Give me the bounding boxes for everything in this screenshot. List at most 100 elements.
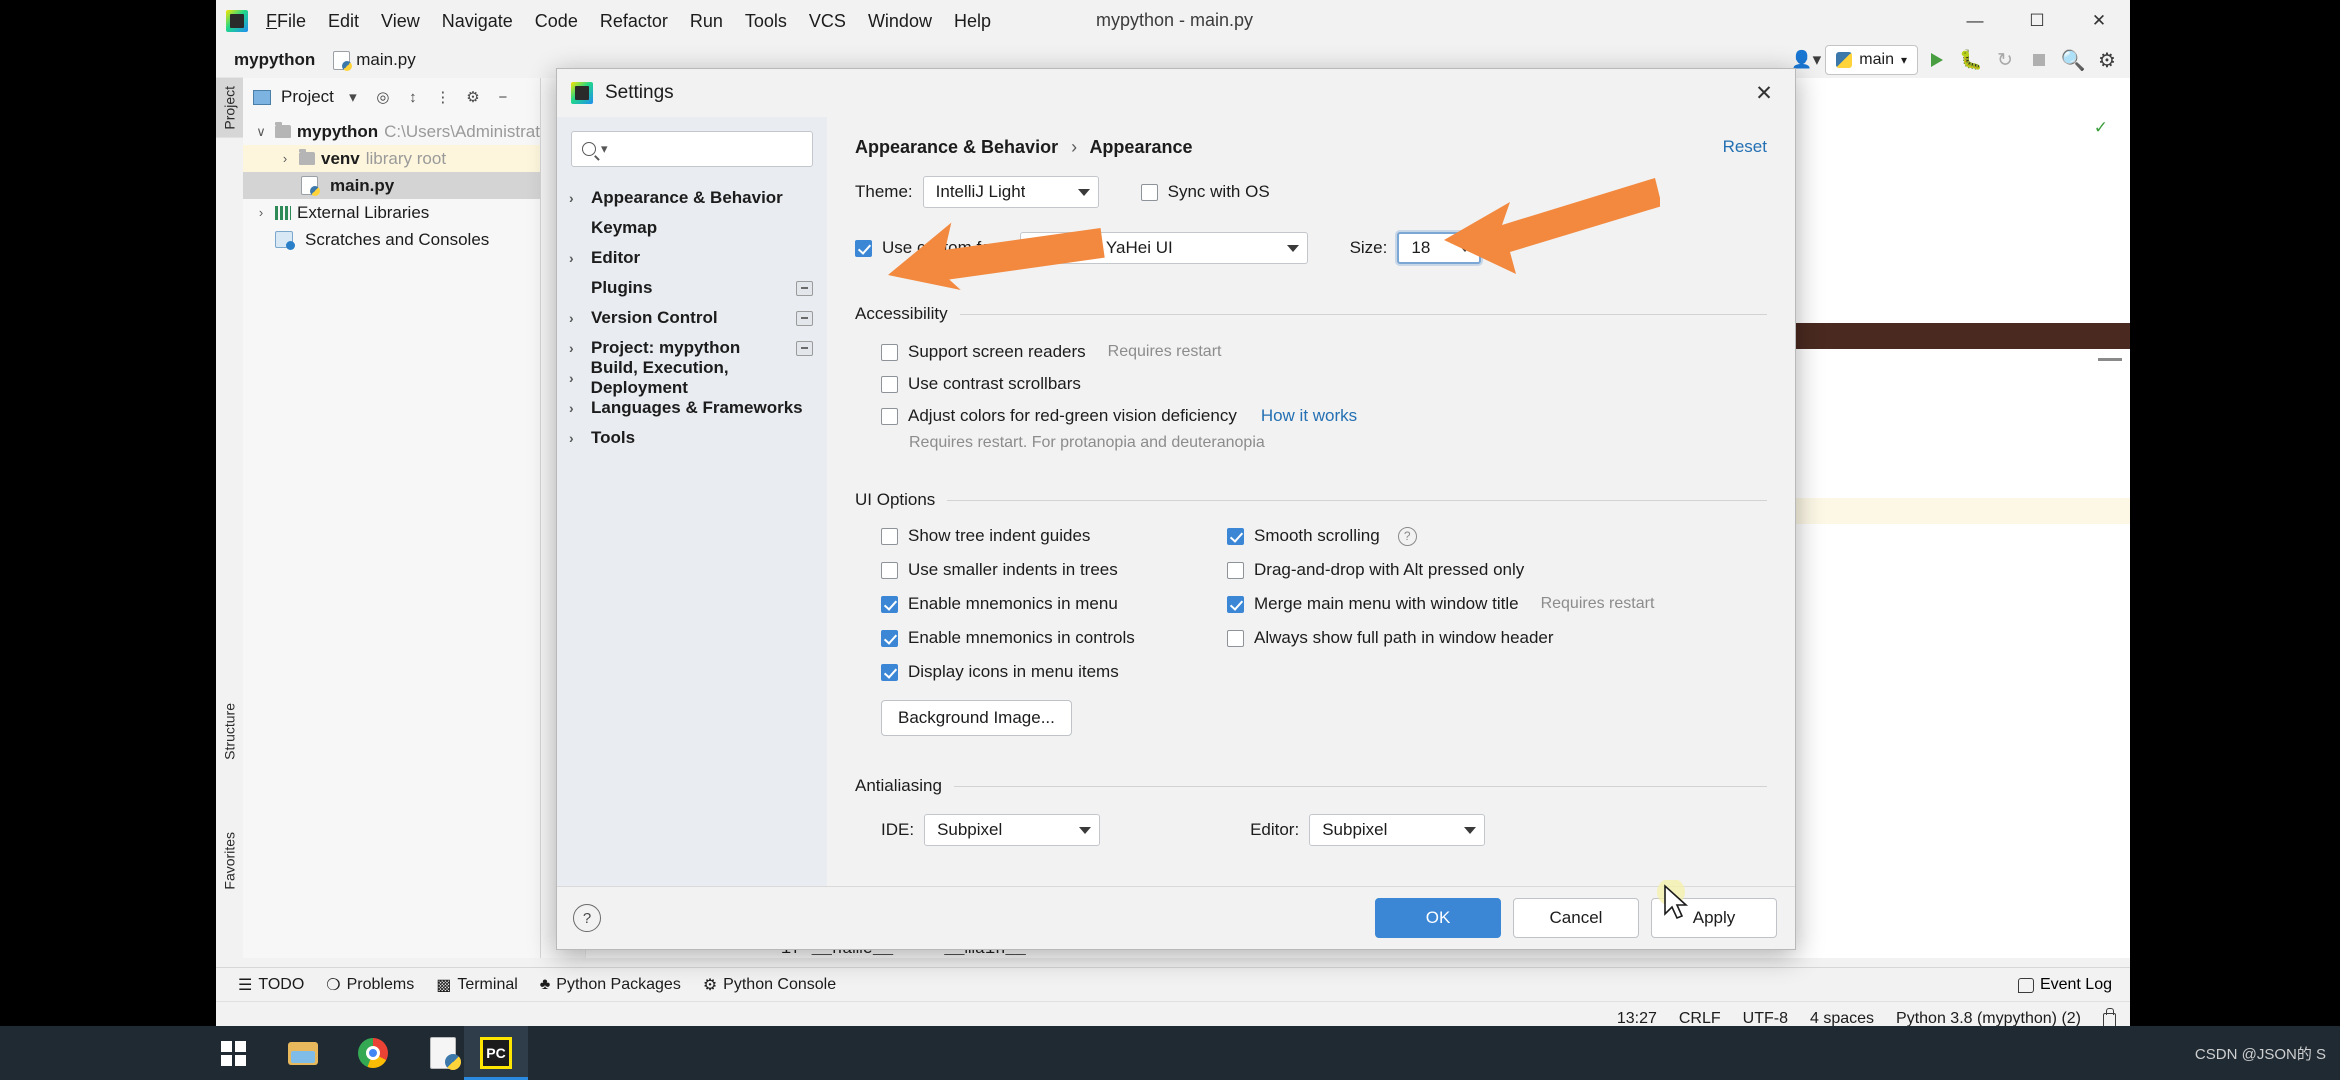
pycharm-icon[interactable]: PC [475, 1032, 517, 1074]
always-show-full-path-row[interactable]: Always show full path in window header [1227, 628, 1654, 648]
chevron-right-icon[interactable]: › [253, 205, 269, 220]
menu-run[interactable]: Run [690, 11, 723, 32]
support-screen-readers-row[interactable]: Support screen readers Requires restart [827, 342, 1795, 362]
tool-tab-structure[interactable]: Structure [216, 695, 243, 768]
enable-mnemonics-controls-row[interactable]: Enable mnemonics in controls [881, 628, 1135, 648]
chevron-right-icon[interactable]: › [569, 250, 591, 266]
chevron-right-icon[interactable]: › [277, 151, 293, 166]
custom-font-select[interactable]: Microsoft YaHei UI [1019, 232, 1308, 264]
antialiasing-editor-select[interactable]: Subpixel [1309, 814, 1486, 846]
settings-search-box[interactable]: ▾ [571, 131, 813, 167]
smooth-scrolling-row[interactable]: Smooth scrolling ? [1227, 526, 1654, 546]
hide-icon[interactable]: − [492, 86, 514, 108]
nav-item-languages-frameworks[interactable]: › Languages & Frameworks [557, 393, 827, 423]
show-tree-indent-guides-checkbox[interactable] [881, 527, 898, 545]
tree-node-scratches[interactable]: Scratches and Consoles [243, 226, 540, 253]
menu-view[interactable]: View [381, 11, 420, 32]
show-tree-indent-guides-row[interactable]: Show tree indent guides [881, 526, 1135, 546]
bottom-tab-python-packages[interactable]: ♣ Python Packages [540, 976, 681, 994]
apply-button[interactable]: Apply [1651, 898, 1777, 938]
help-button[interactable]: ? [573, 904, 601, 932]
use-smaller-indents-checkbox[interactable] [881, 561, 898, 579]
expand-icon[interactable]: ⋮ [432, 86, 454, 108]
settings-gear-icon[interactable]: ⚙ [462, 86, 484, 108]
menu-code[interactable]: Code [535, 11, 578, 32]
help-question-icon[interactable]: ? [1397, 526, 1417, 546]
always-show-full-path-checkbox[interactable] [1227, 629, 1244, 647]
merge-main-menu-row[interactable]: Merge main menu with window title Requir… [1227, 594, 1654, 614]
display-icons-menu-items-row[interactable]: Display icons in menu items [881, 662, 1135, 682]
close-button[interactable]: ✕ [2068, 0, 2130, 42]
minimize-button[interactable]: — [1944, 0, 2006, 42]
menu-refactor[interactable]: Refactor [600, 11, 668, 32]
menu-navigate[interactable]: Navigate [442, 11, 513, 32]
antialiasing-ide-select[interactable]: Subpixel [924, 814, 1101, 846]
breadcrumb-parent[interactable]: Appearance & Behavior [855, 137, 1058, 157]
menu-help[interactable]: Help [954, 11, 991, 32]
bottom-tab-terminal[interactable]: ▩ Terminal [436, 975, 518, 995]
tree-node-mypython[interactable]: ∨ mypython C:\Users\Administrat [243, 118, 540, 145]
reset-link[interactable]: Reset [1723, 137, 1767, 157]
use-smaller-indents-row[interactable]: Use smaller indents in trees [881, 560, 1135, 580]
chevron-expanded-icon[interactable]: ∨ [253, 124, 269, 140]
tree-node-external-libraries[interactable]: › External Libraries [243, 199, 540, 226]
nav-item-editor[interactable]: › Editor [557, 243, 827, 273]
settings-gear-icon[interactable]: ⚙ [2092, 45, 2122, 75]
chevron-down-icon[interactable]: ▾ [342, 86, 364, 108]
cancel-button[interactable]: Cancel [1513, 898, 1639, 938]
adjust-colors-checkbox[interactable] [881, 407, 898, 425]
chevron-right-icon[interactable]: › [569, 430, 591, 446]
ok-button[interactable]: OK [1375, 898, 1501, 938]
search-everywhere-icon[interactable]: 🔍 [2058, 45, 2088, 75]
chevron-right-icon[interactable]: › [569, 190, 591, 206]
breadcrumb-project[interactable]: mypython [234, 50, 315, 70]
nav-item-build-execution-deployment[interactable]: › Build, Execution, Deployment [557, 358, 827, 397]
drag-and-drop-alt-row[interactable]: Drag-and-drop with Alt pressed only [1227, 560, 1654, 580]
chevron-right-icon[interactable]: › [569, 340, 591, 356]
adjust-colors-row[interactable]: Adjust colors for red-green vision defic… [827, 406, 1795, 426]
bottom-tab-python-console[interactable]: ⚙ Python Console [703, 975, 836, 995]
enable-mnemonics-menu-row[interactable]: Enable mnemonics in menu [881, 594, 1135, 614]
nav-item-version-control[interactable]: › Version Control [557, 303, 827, 333]
dialog-close-button[interactable]: ✕ [1737, 69, 1791, 117]
bottom-tab-problems[interactable]: ❍ Problems [326, 975, 414, 995]
merge-main-menu-checkbox[interactable] [1227, 595, 1244, 613]
breadcrumb-file[interactable]: main.py [333, 50, 416, 71]
event-log-button[interactable]: Event Log [2017, 976, 2112, 994]
collapse-all-icon[interactable]: ↕ [402, 86, 424, 108]
chevron-right-icon[interactable]: › [569, 310, 591, 326]
nav-item-plugins[interactable]: ËA; Plugins [557, 273, 827, 303]
chevron-right-icon[interactable]: › [569, 400, 591, 416]
bottom-tab-todo[interactable]: ☰ TODO [238, 975, 304, 995]
font-size-select[interactable]: 18 [1397, 232, 1482, 264]
use-contrast-scrollbars-row[interactable]: Use contrast scrollbars [827, 374, 1795, 394]
run-configuration-selector[interactable]: main ▾ [1825, 45, 1918, 75]
locate-icon[interactable]: ◎ [372, 86, 394, 108]
enable-mnemonics-controls-checkbox[interactable] [881, 629, 898, 647]
enable-mnemonics-menu-checkbox[interactable] [881, 595, 898, 613]
chrome-icon[interactable] [352, 1032, 394, 1074]
nav-item-tools[interactable]: › Tools [557, 423, 827, 453]
menu-tools[interactable]: Tools [745, 11, 787, 32]
menu-file[interactable]: FFile [266, 11, 306, 32]
smooth-scrolling-checkbox[interactable] [1227, 527, 1244, 545]
drag-and-drop-alt-checkbox[interactable] [1227, 561, 1244, 579]
display-icons-menu-items-checkbox[interactable] [881, 663, 898, 681]
run-icon[interactable] [1922, 45, 1952, 75]
tree-node-main-py[interactable]: main.py [243, 172, 540, 199]
theme-select[interactable]: IntelliJ Light [922, 176, 1099, 208]
debug-icon[interactable]: 🐛 [1956, 45, 1986, 75]
menu-edit[interactable]: Edit [328, 11, 359, 32]
file-explorer-icon[interactable] [282, 1032, 324, 1074]
tree-node-venv[interactable]: › venv library root [243, 145, 540, 172]
tool-tab-favorites[interactable]: Favorites [216, 824, 243, 898]
coverage-icon[interactable]: ↻ [1990, 45, 2020, 75]
use-custom-font-checkbox[interactable] [855, 239, 872, 257]
chevron-right-icon[interactable]: › [569, 370, 591, 386]
menu-vcs[interactable]: VCS [809, 11, 846, 32]
python-file-icon[interactable] [422, 1032, 464, 1074]
windows-start-icon[interactable] [212, 1032, 254, 1074]
how-it-works-link[interactable]: How it works [1261, 406, 1357, 426]
maximize-button[interactable]: ☐ [2006, 0, 2068, 42]
sync-with-os-row[interactable]: Sync with OS [1140, 182, 1270, 202]
